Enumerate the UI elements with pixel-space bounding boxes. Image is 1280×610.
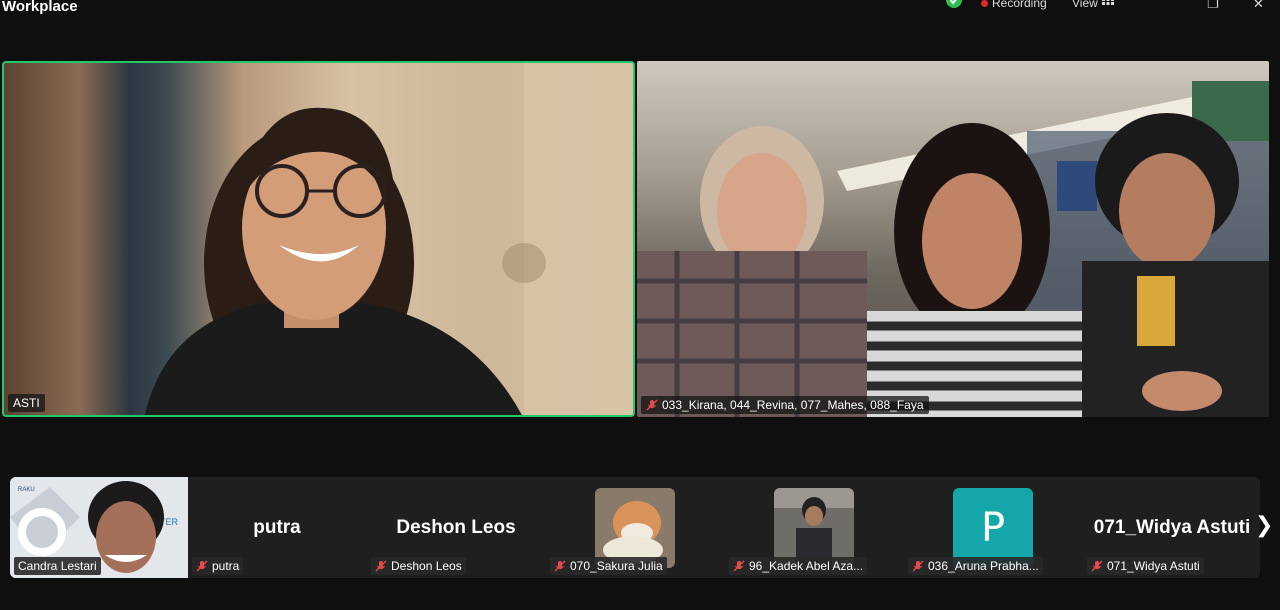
speaker-name-tag: ASTI [8, 394, 45, 412]
participant-name: putra [212, 559, 240, 573]
participant-tile[interactable]: RAKU TER Candra Lestari [10, 477, 188, 578]
participant-tile[interactable]: 071_Widya Astuti 071_Widya Astuti [1083, 477, 1260, 578]
participant-name: 036_Aruna Prabha... [928, 559, 1039, 573]
restore-window-icon[interactable]: ❐ [1207, 0, 1219, 12]
shield-check-icon[interactable] [946, 0, 962, 9]
mic-off-icon [375, 560, 387, 572]
participant-tile[interactable]: 96_Kadek Abel Aza... [725, 477, 903, 578]
participant-name: Candra Lestari [18, 559, 97, 573]
group-name-tag: 033_Kirana, 044_Revina, 077_Mahes, 088_F… [641, 396, 929, 414]
participant-name-tag: Deshon Leos [371, 557, 466, 575]
participant-name-tag: 071_Widya Astuti [1087, 557, 1204, 575]
mic-off-icon [1091, 560, 1103, 572]
svg-text:RAKU: RAKU [18, 487, 35, 493]
participant-name: 96_Kadek Abel Aza... [749, 559, 864, 573]
title-bar: Workplace Recording View ❐ ✕ [0, 0, 1280, 22]
participant-photo [595, 488, 675, 568]
participant-display-name: putra [253, 517, 301, 538]
participant-name-tag: Candra Lestari [14, 557, 101, 575]
participant-name-tag: 036_Aruna Prabha... [908, 557, 1043, 575]
recording-label[interactable]: Recording [992, 0, 1047, 10]
participant-name-tag: 96_Kadek Abel Aza... [729, 557, 868, 575]
participant-tile[interactable]: Deshon Leos Deshon Leos [367, 477, 545, 578]
group-video-frame [637, 81, 1269, 417]
grid-view-icon[interactable] [1102, 0, 1114, 5]
participant-filmstrip: RAKU TER Candra Lestari putra putra Desh… [10, 477, 1260, 578]
participant-display-name: Deshon Leos [396, 517, 516, 538]
group-video-tile[interactable]: 033_Kirana, 044_Revina, 077_Mahes, 088_F… [637, 61, 1269, 417]
participant-name: Deshon Leos [391, 559, 462, 573]
speaker-name: ASTI [13, 396, 40, 410]
participant-name-tag: 070_Sakura Julia [550, 557, 667, 575]
chevron-right-icon[interactable]: ❯ [1255, 512, 1273, 538]
participant-tile[interactable]: putra putra [188, 477, 366, 578]
mirror-selfie-photo [774, 488, 854, 568]
speaker-video-frame [144, 63, 633, 415]
cat-photo [595, 488, 675, 568]
participant-display-name: 071_Widya Astuti [1093, 517, 1251, 538]
participant-name: 070_Sakura Julia [570, 559, 663, 573]
recording-dot-icon [981, 0, 988, 7]
participant-name-tag: putra [192, 557, 244, 575]
app-title: Workplace [2, 0, 78, 15]
group-participant-names: 033_Kirana, 044_Revina, 077_Mahes, 088_F… [662, 398, 924, 412]
mic-off-icon [912, 560, 924, 572]
mic-off-icon [196, 560, 208, 572]
participant-tile[interactable]: P 036_Aruna Prabha... [904, 477, 1082, 578]
close-window-icon[interactable]: ✕ [1253, 0, 1264, 12]
active-speaker-video[interactable]: ASTI [2, 61, 635, 417]
mic-off-icon [646, 399, 658, 411]
view-button[interactable]: View [1072, 0, 1098, 10]
mic-off-icon [554, 560, 566, 572]
participant-avatar: P [953, 488, 1033, 568]
participant-name: 071_Widya Astuti [1107, 559, 1200, 573]
participant-tile[interactable]: 070_Sakura Julia [546, 477, 724, 578]
mic-off-icon [733, 560, 745, 572]
participant-photo [774, 488, 854, 568]
